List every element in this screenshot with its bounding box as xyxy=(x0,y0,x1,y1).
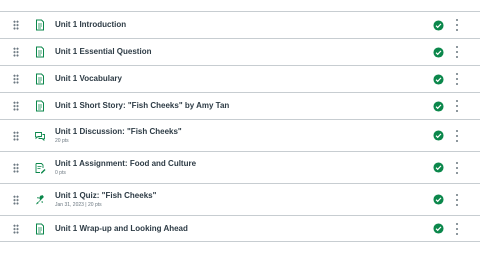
item-text: Unit 1 Essential Question xyxy=(55,47,151,57)
item-title[interactable]: Unit 1 Short Story: "Fish Cheeks" by Amy… xyxy=(55,101,229,111)
drag-handle-icon[interactable] xyxy=(13,223,19,234)
discussion-icon xyxy=(35,131,45,141)
item-points: 20 pts xyxy=(55,137,69,144)
published-check-icon[interactable] xyxy=(433,130,444,141)
item-points: 0 pts xyxy=(55,169,66,176)
item-text: Unit 1 Assignment: Food and Culture 0 pt… xyxy=(55,159,196,177)
more-options-icon[interactable] xyxy=(455,222,459,235)
module-item[interactable]: Unit 1 Discussion: "Fish Cheeks" 20 pts xyxy=(0,119,480,151)
module-item[interactable]: Unit 1 Vocabulary xyxy=(0,65,480,92)
drag-handle-icon[interactable] xyxy=(13,101,19,111)
published-check-icon[interactable] xyxy=(433,162,444,173)
published-check-icon[interactable] xyxy=(433,73,444,85)
item-text: Unit 1 Wrap-up and Looking Ahead xyxy=(55,224,188,234)
more-options-icon[interactable] xyxy=(455,19,459,31)
more-options-icon[interactable] xyxy=(455,73,459,85)
module-item[interactable]: Unit 1 Essential Question xyxy=(0,38,480,65)
published-check-icon[interactable] xyxy=(433,46,444,58)
more-options-icon[interactable] xyxy=(455,100,459,112)
more-options-icon[interactable] xyxy=(455,129,459,142)
module-item[interactable]: Unit 1 Introduction xyxy=(0,11,480,38)
drag-handle-icon[interactable] xyxy=(13,130,19,141)
item-text: Unit 1 Short Story: "Fish Cheeks" by Amy… xyxy=(55,101,229,111)
module-item[interactable]: Unit 1 Short Story: "Fish Cheeks" by Amy… xyxy=(0,92,480,119)
drag-handle-icon[interactable] xyxy=(13,162,19,173)
item-title[interactable]: Unit 1 Discussion: "Fish Cheeks" xyxy=(55,127,182,137)
item-title[interactable]: Unit 1 Essential Question xyxy=(55,47,151,57)
page-icon xyxy=(36,223,44,234)
item-title[interactable]: Unit 1 Assignment: Food and Culture xyxy=(55,159,196,169)
assignment-icon xyxy=(35,162,46,173)
quiz-icon xyxy=(36,194,44,204)
drag-handle-icon[interactable] xyxy=(13,194,19,205)
more-options-icon[interactable] xyxy=(455,193,459,206)
module-item[interactable]: Unit 1 Wrap-up and Looking Ahead xyxy=(0,215,480,242)
page-icon xyxy=(36,73,44,85)
item-text: Unit 1 Introduction xyxy=(55,20,126,30)
item-title[interactable]: Unit 1 Quiz: "Fish Cheeks" xyxy=(55,191,156,201)
page-icon xyxy=(36,46,44,58)
item-text: Unit 1 Discussion: "Fish Cheeks" 20 pts xyxy=(55,127,182,145)
published-check-icon[interactable] xyxy=(433,19,444,31)
published-check-icon[interactable] xyxy=(433,194,444,205)
item-title[interactable]: Unit 1 Vocabulary xyxy=(55,74,122,84)
more-options-icon[interactable] xyxy=(455,46,459,58)
more-options-icon[interactable] xyxy=(455,161,459,174)
page-icon xyxy=(36,19,44,31)
item-due-and-points: Jan 31, 2023 | 20 pts xyxy=(55,201,102,208)
published-check-icon[interactable] xyxy=(433,223,444,234)
drag-handle-icon[interactable] xyxy=(13,74,19,84)
module-items-list: Unit 1 Introduction Unit 1 Essential Que… xyxy=(0,11,480,242)
module-item[interactable]: Unit 1 Quiz: "Fish Cheeks" Jan 31, 2023 … xyxy=(0,183,480,215)
module-item[interactable]: Unit 1 Assignment: Food and Culture 0 pt… xyxy=(0,151,480,183)
item-title[interactable]: Unit 1 Wrap-up and Looking Ahead xyxy=(55,224,188,234)
item-text: Unit 1 Quiz: "Fish Cheeks" Jan 31, 2023 … xyxy=(55,191,156,209)
drag-handle-icon[interactable] xyxy=(13,20,19,30)
published-check-icon[interactable] xyxy=(433,100,444,112)
page-icon xyxy=(36,100,44,112)
drag-handle-icon[interactable] xyxy=(13,47,19,57)
item-text: Unit 1 Vocabulary xyxy=(55,74,122,84)
item-title[interactable]: Unit 1 Introduction xyxy=(55,20,126,30)
